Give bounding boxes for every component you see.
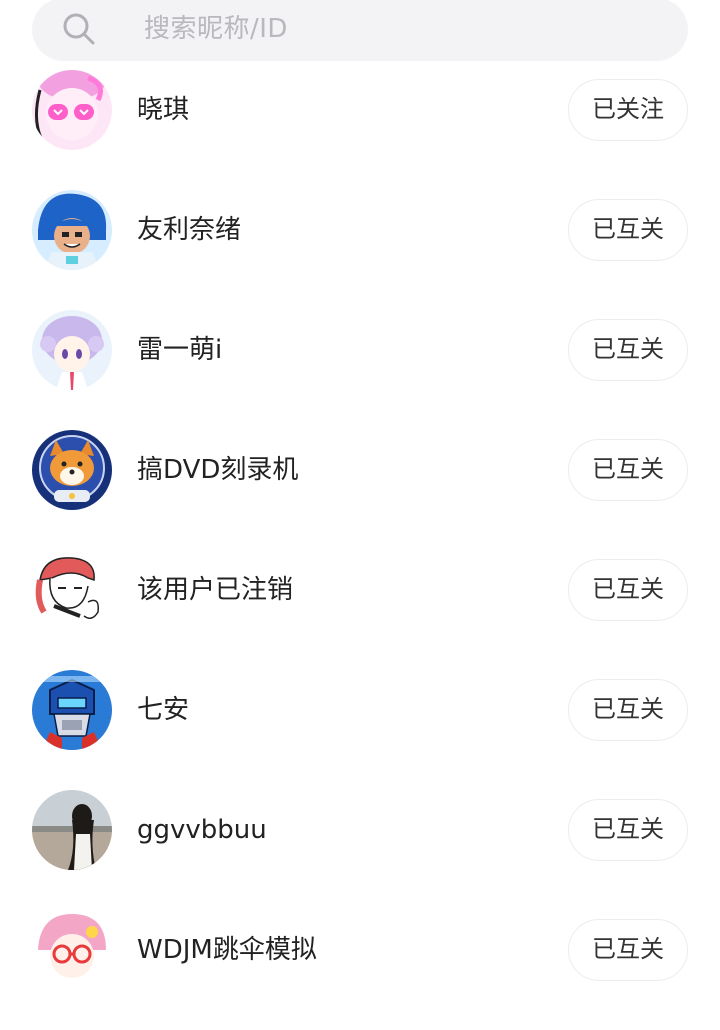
avatar[interactable] xyxy=(32,310,112,390)
list-item[interactable]: 友利奈绪 已互关 xyxy=(0,190,720,310)
follow-status-button[interactable]: 已关注 xyxy=(568,79,688,141)
user-name: 雷一萌i xyxy=(137,335,223,365)
user-name: 搞DVD刻录机 xyxy=(137,455,299,485)
avatar[interactable] xyxy=(32,70,112,150)
avatar[interactable] xyxy=(32,670,112,750)
follow-status-button[interactable]: 已互关 xyxy=(568,679,688,741)
avatar[interactable] xyxy=(32,790,112,870)
follow-status-button[interactable]: 已互关 xyxy=(568,559,688,621)
search-input[interactable]: 搜索昵称/ID xyxy=(144,11,288,47)
search-icon xyxy=(63,13,95,45)
user-name: 友利奈绪 xyxy=(137,215,242,245)
follow-status-button[interactable]: 已互关 xyxy=(568,799,688,861)
list-item[interactable]: 晓琪 已关注 xyxy=(0,70,720,190)
avatar[interactable] xyxy=(32,190,112,270)
list-item[interactable]: 雷一萌i 已互关 xyxy=(0,310,720,430)
list-item[interactable]: 该用户已注销 已互关 xyxy=(0,550,720,670)
follow-status-button[interactable]: 已互关 xyxy=(568,319,688,381)
user-name: 晓琪 xyxy=(137,95,190,125)
user-name: WDJM跳伞模拟 xyxy=(137,935,317,965)
search-bar[interactable]: 搜索昵称/ID xyxy=(32,0,688,61)
list-item[interactable]: 七安 已互关 xyxy=(0,670,720,790)
follow-status-button[interactable]: 已互关 xyxy=(568,919,688,981)
follow-status-button[interactable]: 已互关 xyxy=(568,439,688,501)
avatar[interactable] xyxy=(32,430,112,510)
list-item[interactable]: WDJM跳伞模拟 已互关 xyxy=(0,910,720,1030)
avatar[interactable] xyxy=(32,910,112,990)
follow-status-button[interactable]: 已互关 xyxy=(568,199,688,261)
user-name: 七安 xyxy=(137,695,190,725)
user-name: 该用户已注销 xyxy=(137,575,294,605)
user-name: ggvvbbuu xyxy=(137,815,267,845)
avatar[interactable] xyxy=(32,550,112,630)
list-item[interactable]: ggvvbbuu 已互关 xyxy=(0,790,720,910)
list-item[interactable]: 搞DVD刻录机 已互关 xyxy=(0,430,720,550)
